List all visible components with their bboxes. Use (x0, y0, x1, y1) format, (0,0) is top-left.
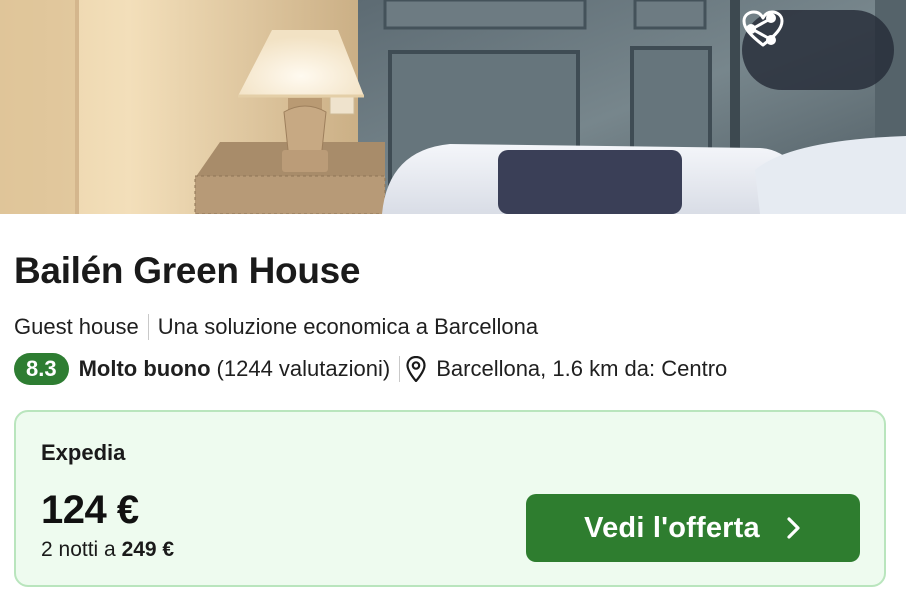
rating-location-row: 8.3 Molto buono (1244 valutazioni) Barce… (14, 352, 727, 386)
offer-card[interactable]: Expedia 124 € 2 notti a 249 € Vedi l'off… (14, 410, 886, 587)
review-count[interactable]: (1244 valutazioni) (217, 356, 391, 382)
nightly-price: 124 € (41, 488, 139, 532)
accommodation-type: Guest house (14, 314, 139, 339)
heart-icon (742, 10, 784, 47)
hotel-name[interactable]: Bailén Green House (14, 250, 361, 292)
favorite-button[interactable] (742, 10, 870, 73)
photo-actions (742, 10, 894, 90)
chevron-right-icon (786, 516, 802, 540)
total-price: 2 notti a 249 € (41, 538, 174, 562)
accommodation-info: Guest house Una soluzione economica a Ba… (14, 314, 538, 340)
view-offer-button[interactable]: Vedi l'offerta (526, 494, 860, 562)
location-pin-icon (406, 356, 426, 382)
total-amount: 249 € (121, 538, 175, 561)
divider (399, 356, 401, 382)
rating-badge[interactable]: 8.3 (14, 353, 69, 385)
divider (147, 314, 149, 340)
hotel-photo[interactable] (0, 0, 906, 214)
tagline: Una soluzione economica a Barcellona (157, 314, 539, 339)
total-prefix: 2 notti a (41, 538, 122, 561)
rating-label[interactable]: Molto buono (79, 356, 211, 382)
provider-name: Expedia (41, 440, 126, 465)
view-offer-label: Vedi l'offerta (584, 511, 760, 544)
location-text[interactable]: Barcellona, 1.6 km da: Centro (436, 356, 727, 382)
